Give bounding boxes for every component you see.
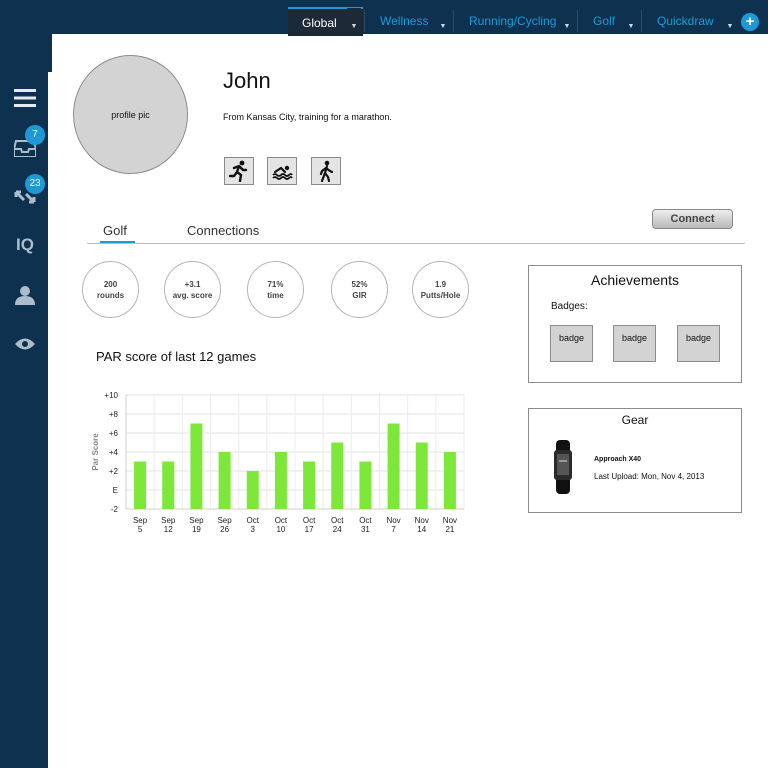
x-tick-label: Sep 19 (189, 516, 204, 534)
tab-wellness-label: Wellness (380, 14, 429, 28)
user-profile-icon[interactable] (12, 282, 38, 308)
tab-running-cycling-dropdown[interactable]: ▼ (560, 8, 574, 34)
sidebar-notch (48, 34, 52, 72)
tab-running-cycling-label: Running/Cycling (469, 14, 557, 28)
stat-avg-score: +3.1 avg. score (164, 261, 221, 318)
y-tick-label: -2 (111, 505, 119, 514)
tab-golf-dropdown[interactable]: ▼ (624, 8, 638, 34)
tab-global-label: Global (302, 15, 337, 30)
profile-tab-golf[interactable]: Golf (103, 223, 127, 238)
add-tab-button[interactable]: + (741, 13, 759, 31)
stat-time: 71% time (247, 261, 304, 318)
x-tick-label: Nov 14 (415, 516, 429, 534)
swimming-icon[interactable] (267, 157, 297, 185)
x-tick-label: Nov 21 (443, 516, 457, 534)
stat-value: +3.1 (184, 279, 201, 289)
x-tick-label: Sep 12 (161, 516, 176, 534)
tab-separator (577, 10, 578, 32)
tab-wellness-dropdown[interactable]: ▼ (436, 8, 450, 34)
inbox-count-badge: 7 (25, 125, 45, 145)
y-tick-label: +8 (109, 410, 119, 419)
stat-value: 1.9 (434, 279, 447, 289)
stat-gir: 52% GIR (331, 261, 388, 318)
stat-label: avg. score (172, 290, 213, 300)
badges-label: Badges: (551, 301, 588, 312)
connections-count-badge: 23 (25, 174, 45, 194)
achievements-panel: Achievements Badges: badge badge badge (528, 265, 742, 383)
stat-label: Putts/Hole (420, 290, 461, 300)
chart-bar[interactable] (162, 461, 175, 510)
sidebar (0, 0, 48, 768)
tab-golf[interactable]: Golf (579, 8, 624, 34)
profile-bio: From Kansas City, training for a maratho… (223, 112, 392, 122)
tab-separator (364, 10, 365, 32)
achievements-title: Achievements (591, 272, 679, 288)
x-tick-label: Oct 24 (331, 516, 344, 534)
x-tick-label: Oct 31 (359, 516, 372, 534)
par-score-bar-chart: +10 +8 +6 +4 +2 E -2 Par Score Sep 5 Sep 12 Sep 19 Sep… (91, 391, 465, 534)
x-tick-label: Oct 17 (303, 516, 316, 534)
chart-bar[interactable] (387, 423, 400, 510)
profile-picture-label: profile pic (111, 109, 150, 120)
y-tick-label: E (113, 486, 118, 495)
badge-item[interactable]: badge (677, 325, 720, 362)
tab-golf-label: Golf (593, 14, 616, 28)
chart-bar[interactable] (134, 461, 147, 510)
chart-title: PAR score of last 12 games (96, 349, 257, 364)
chart-bar[interactable] (443, 452, 456, 509)
y-tick-label: +10 (104, 391, 118, 400)
stat-value: 52% (351, 279, 368, 289)
x-tick-label: Oct 3 (247, 516, 260, 534)
menu-icon[interactable] (12, 85, 38, 111)
y-tick-label: +2 (109, 467, 119, 476)
tab-quickdraw[interactable]: Quickdraw (643, 8, 723, 34)
watch-device-icon[interactable] (553, 440, 573, 499)
gear-last-upload: Last Upload: Mon, Nov 4, 2013 (594, 472, 705, 481)
profile-name: John (223, 68, 271, 93)
tab-wellness[interactable]: Wellness (366, 8, 446, 34)
badge-item[interactable]: badge (613, 325, 656, 362)
tab-divider (87, 243, 745, 244)
gear-panel: Gear Approach X40 Last Upload: Mon, Nov … (528, 408, 742, 513)
x-tick-label: Sep 26 (217, 516, 232, 534)
x-tick-label: Sep 5 (133, 516, 148, 534)
iq-icon[interactable]: IQ (12, 232, 38, 258)
profile-picture[interactable]: profile pic (73, 55, 188, 174)
stat-value: 200 (103, 279, 118, 289)
tab-running-cycling[interactable]: Running/Cycling (455, 8, 560, 34)
tab-quickdraw-dropdown[interactable]: ▼ (723, 8, 737, 34)
chart-bar[interactable] (303, 461, 316, 510)
gear-device-name: Approach X40 (594, 456, 642, 463)
y-axis-title: Par Score (91, 433, 100, 471)
stat-value: 71% (267, 279, 284, 289)
badge-item[interactable]: badge (550, 325, 593, 362)
x-tick-label: Oct 10 (275, 516, 288, 534)
chart-bar[interactable] (218, 452, 231, 509)
stat-label: time (267, 290, 284, 300)
chart-bar[interactable] (190, 423, 203, 510)
walking-icon[interactable] (311, 157, 341, 185)
y-tick-label: +6 (109, 429, 119, 438)
x-tick-label: Nov 7 (386, 516, 400, 534)
profile-tab-connections[interactable]: Connections (187, 223, 259, 238)
tab-global-dropdown[interactable]: ▼ (347, 8, 361, 34)
chart-bar[interactable] (274, 452, 287, 509)
tab-quickdraw-label: Quickdraw (657, 14, 714, 28)
tab-separator (453, 10, 454, 32)
gear-title: Gear (621, 413, 649, 427)
y-tick-label: +4 (109, 448, 119, 457)
eye-icon[interactable] (12, 331, 38, 357)
stat-rounds: 200 rounds (82, 261, 139, 318)
chart-bar[interactable] (359, 461, 372, 510)
tab-separator (641, 10, 642, 32)
chart-bar[interactable] (246, 471, 259, 509)
stat-putts-per-hole: 1.9 Putts/Hole (412, 261, 469, 318)
running-icon[interactable] (224, 157, 254, 185)
chart-bar[interactable] (331, 442, 344, 510)
stat-label: GIR (352, 290, 367, 300)
stat-label: rounds (96, 290, 125, 300)
connect-button[interactable]: Connect (652, 209, 733, 229)
chart-bar[interactable] (415, 442, 428, 510)
